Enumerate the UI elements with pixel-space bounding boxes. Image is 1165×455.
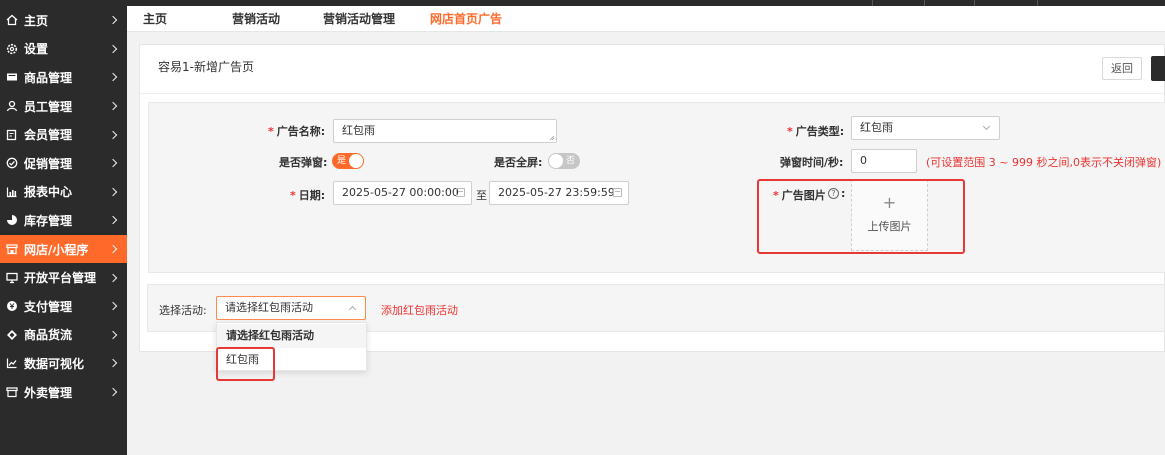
member-icon: [5, 128, 18, 141]
sidebar-item-label: 主页: [24, 13, 49, 28]
activity-select[interactable]: 请选择红包雨活动: [216, 296, 366, 320]
sidebar-item-data-viz[interactable]: 数据可视化: [0, 349, 127, 378]
tab-marketing[interactable]: 营销活动: [232, 6, 280, 32]
chevron-right-icon: [108, 44, 118, 54]
sidebar-item-label: 开放平台管理: [24, 271, 97, 286]
chevron-right-icon: [108, 359, 118, 368]
chevron-right-icon: [108, 187, 118, 197]
sidebar-item-promotions[interactable]: 促销管理: [0, 149, 127, 178]
date-end-input[interactable]: 2025-05-27 23:59:59: [489, 181, 629, 205]
sidebar-item-label: 支付管理: [24, 299, 73, 314]
card-header: 容易1-新增广告页 返回: [140, 45, 1165, 94]
sidebar-item-products[interactable]: 商品管理: [0, 63, 127, 92]
required-mark: *: [290, 189, 296, 202]
highlight-box-ad-image: [757, 179, 965, 254]
takeout-icon: [5, 386, 18, 399]
add-activity-link[interactable]: 添加红包雨活动: [381, 302, 458, 318]
ad-type-select[interactable]: 红包雨: [851, 116, 1000, 140]
ad-name-label: * 广告名称:: [268, 125, 326, 138]
sidebar-item-label: 商品管理: [24, 70, 73, 85]
sidebar-item-label: 报表中心: [24, 185, 73, 200]
sidebar-item-goods-flow[interactable]: 商品货流: [0, 321, 127, 350]
tab-marketing-management[interactable]: 营销活动管理: [323, 6, 395, 32]
sidebar-item-label: 设置: [24, 42, 49, 57]
popup-toggle[interactable]: 是: [332, 153, 364, 169]
monitor-icon: [5, 271, 18, 284]
popup-time-label: 弹窗时间/秒:: [780, 156, 844, 169]
payment-icon: [5, 300, 18, 313]
sidebar-item-label: 商品货流: [24, 328, 73, 343]
chevron-right-icon: [108, 273, 118, 282]
sidebar-item-label: 会员管理: [24, 128, 73, 143]
primary-button[interactable]: [1151, 56, 1165, 81]
chevron-right-icon: [108, 302, 118, 311]
tab-bar: 主页 营销活动 营销活动管理 网店首页广告: [127, 6, 1165, 32]
date-label: * 日期:: [290, 189, 326, 202]
sidebar-item-staff[interactable]: 员工管理: [0, 92, 127, 121]
highlight-box-option: [216, 347, 275, 381]
toggle-knob: [549, 154, 563, 168]
toggle-knob: [349, 154, 363, 168]
home-icon: [5, 14, 18, 27]
dropdown-option[interactable]: 请选择红包雨活动: [217, 324, 366, 348]
chevron-right-icon: [108, 216, 118, 225]
sidebar-item-label: 库存管理: [24, 213, 73, 228]
sidebar-item-payment[interactable]: 支付管理: [0, 292, 127, 321]
chevron-right-icon: [108, 73, 118, 82]
popup-label: 是否弹窗:: [279, 156, 328, 169]
chart-icon: [5, 185, 18, 198]
sidebar-item-open-platform[interactable]: 开放平台管理: [0, 263, 127, 292]
tab-store-home-ads[interactable]: 网店首页广告: [430, 6, 502, 32]
calendar-icon: [613, 188, 622, 197]
sidebar-item-label: 数据可视化: [24, 356, 85, 371]
chevron-down-icon: [982, 122, 991, 131]
tab-home[interactable]: 主页: [143, 6, 167, 32]
calendar-icon: [456, 188, 465, 197]
sidebar-item-reports[interactable]: 报表中心: [0, 178, 127, 207]
staff-icon: [5, 100, 18, 113]
popup-time-input[interactable]: 0: [851, 149, 917, 173]
sidebar-item-home[interactable]: 主页: [0, 6, 127, 35]
sidebar-item-label: 员工管理: [24, 99, 73, 114]
chevron-right-icon: [108, 159, 118, 168]
sidebar-item-takeout[interactable]: 外卖管理: [0, 378, 127, 407]
chevron-right-icon: [108, 244, 118, 254]
store-icon: [5, 243, 18, 256]
promo-icon: [5, 157, 18, 170]
sidebar-item-settings[interactable]: 设置: [0, 35, 127, 64]
page-title: 容易1-新增广告页: [158, 60, 254, 74]
date-start-input[interactable]: 2025-05-27 00:00:00: [333, 181, 472, 205]
date-separator: 至: [476, 189, 487, 202]
fullscreen-toggle[interactable]: 否: [548, 153, 580, 169]
chevron-right-icon: [108, 16, 118, 25]
fullscreen-label: 是否全屏:: [494, 156, 543, 169]
chevron-up-icon: [348, 305, 357, 314]
sidebar-item-label: 外卖管理: [24, 385, 73, 400]
sidebar-item-inventory[interactable]: 库存管理: [0, 206, 127, 235]
required-mark: *: [268, 125, 274, 138]
chevron-right-icon: [108, 130, 118, 139]
sidebar-item-label: 促销管理: [24, 156, 73, 171]
activity-label: 选择活动:: [159, 304, 207, 317]
ad-name-input[interactable]: 红包雨: [333, 119, 557, 143]
back-button[interactable]: 返回: [1102, 57, 1142, 80]
chevron-right-icon: [108, 330, 118, 340]
sidebar: 主页 设置 商品管理 员工管理 会员管理 促销管理 报表中心 库存管理 网店/小…: [0, 0, 127, 455]
sidebar-item-members[interactable]: 会员管理: [0, 120, 127, 149]
sidebar-item-store[interactable]: 网店/小程序: [0, 234, 127, 264]
inventory-icon: [5, 214, 18, 227]
chevron-right-icon: [108, 387, 118, 397]
popup-time-hint: (可设置范围 3 ~ 999 秒之间,0表示不关闭弹窗): [926, 156, 1162, 169]
sidebar-item-label: 网店/小程序: [24, 242, 89, 257]
ad-type-label: * 广告类型:: [787, 125, 845, 138]
chevron-right-icon: [108, 101, 118, 111]
product-icon: [5, 71, 18, 84]
gear-icon: [5, 42, 18, 55]
flow-icon: [5, 328, 18, 341]
required-mark: *: [787, 125, 793, 138]
analytics-icon: [5, 357, 18, 370]
